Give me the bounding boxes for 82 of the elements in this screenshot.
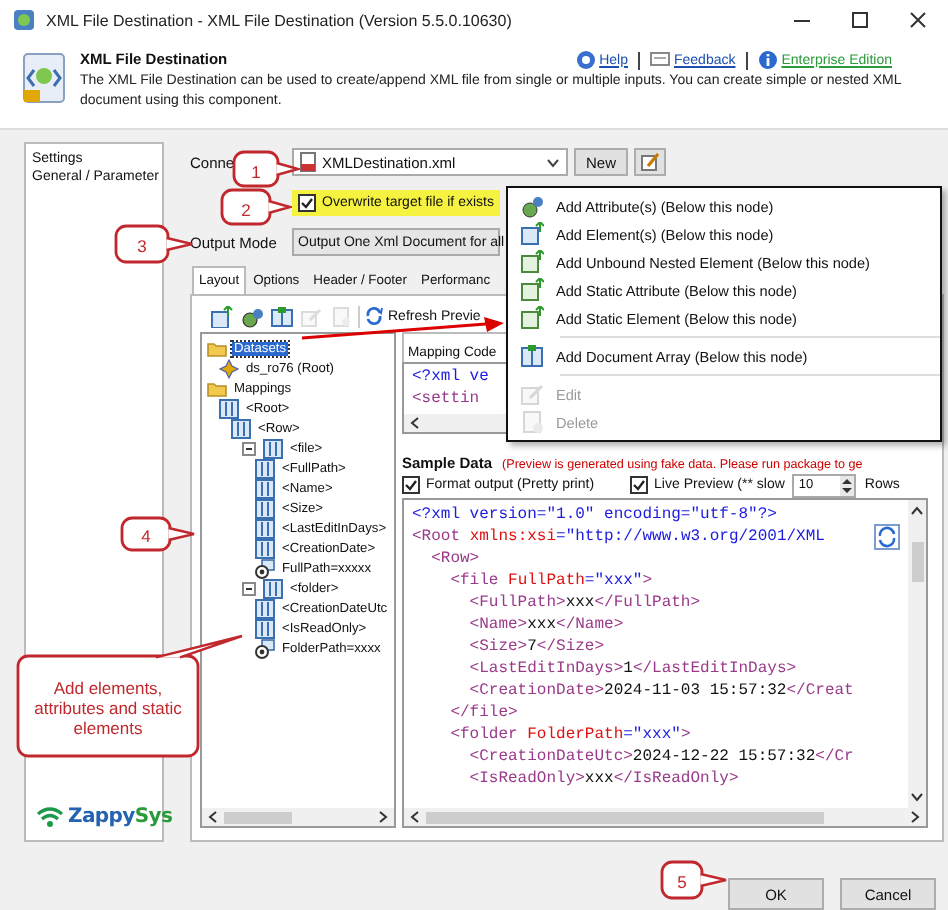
add-element-icon (520, 306, 544, 330)
element-icon (254, 517, 276, 539)
code-line: <Root xmlns:xsi="http://www.w3.org/2001/XML (412, 526, 825, 548)
add-element-icon (210, 305, 234, 327)
attribute-icon (254, 637, 276, 659)
collapse-icon[interactable] (242, 441, 256, 455)
pencil-icon (640, 152, 661, 172)
scroll-up-icon[interactable] (910, 506, 924, 516)
code-line: <file FullPath="xxx"> (448, 570, 653, 592)
callout: 5 (660, 860, 728, 904)
horizontal-scrollbar[interactable] (404, 808, 926, 826)
code-line: <?xml version="1.0" encoding="utf-8"?> (412, 504, 777, 526)
scroll-right-icon[interactable] (910, 810, 920, 824)
pencil-icon (520, 382, 544, 406)
scroll-thumb[interactable] (224, 811, 292, 823)
element-icon (254, 477, 276, 499)
component-icon (20, 52, 68, 104)
scroll-left-icon[interactable] (208, 810, 218, 824)
folder-icon (206, 377, 228, 399)
folder-icon (206, 337, 228, 359)
refresh-icon (364, 306, 384, 326)
collapse-icon[interactable] (242, 581, 256, 595)
scroll-left-icon[interactable] (410, 416, 420, 430)
element-icon (262, 437, 284, 459)
file-icon (300, 152, 316, 172)
info-icon (757, 50, 778, 70)
scroll-down-icon[interactable] (910, 792, 924, 802)
toolbar-button[interactable] (208, 303, 236, 329)
message-icon (649, 50, 670, 70)
pencil-icon (300, 305, 324, 327)
callout: Add elements, attributes and static elements (16, 634, 244, 762)
code-line: <Row> (429, 548, 480, 570)
element-icon (254, 617, 276, 639)
code-line: <FullPath>xxx</FullPath> (467, 592, 701, 614)
page-icon (520, 410, 544, 434)
attribute-icon (254, 557, 276, 579)
code-line: <IsReadOnly>xxx</IsReadOnly> (467, 768, 739, 790)
toolbar-button[interactable] (268, 303, 296, 329)
maximize-icon[interactable] (850, 10, 870, 30)
callout: 1 (232, 150, 300, 192)
logo-text: ZappySys (68, 806, 173, 828)
callout: 4 (120, 516, 196, 556)
element-icon (218, 397, 240, 419)
refresh-icon[interactable] (874, 524, 900, 550)
scroll-thumb[interactable] (426, 811, 824, 823)
checkbox[interactable] (402, 476, 420, 494)
code-line: <Name>xxx</Name> (467, 614, 624, 636)
code-line: <CreationDateUtc>2024-12-22 15:57:32</Cr (467, 746, 854, 768)
element-icon (262, 577, 284, 599)
page-icon (330, 305, 354, 327)
scroll-left-icon[interactable] (410, 810, 420, 824)
documents-icon (520, 344, 544, 368)
add-element-icon (520, 222, 544, 246)
code-line: <?xml ve (412, 366, 489, 388)
window-title: XML File Destination - XML File Destination (Version 5.5.0.10630) (46, 11, 514, 29)
code-line: <CreationDate>2024-11-03 15:57:32</Creat (467, 680, 854, 702)
horizontal-scrollbar[interactable] (202, 808, 394, 826)
wifi-logo-icon (36, 806, 64, 828)
spin-arrows-icon[interactable] (840, 475, 855, 495)
add-element-icon (520, 278, 544, 302)
add-element-icon (520, 250, 544, 274)
element-icon (254, 457, 276, 479)
vertical-scrollbar[interactable] (908, 500, 926, 808)
app-icon (12, 8, 36, 32)
element-icon (254, 597, 276, 619)
caret-icon (546, 157, 560, 167)
code-line: <LastEditInDays>1</LastEditInDays> (467, 658, 797, 680)
code-line: </file> (448, 702, 518, 724)
scroll-right-icon[interactable] (378, 810, 388, 824)
checkbox[interactable] (630, 476, 649, 494)
close-icon[interactable] (908, 10, 928, 30)
edit-button[interactable] (634, 148, 667, 176)
code-line: <Size>7</Size> (467, 636, 605, 658)
checkbox[interactable] (298, 193, 316, 211)
code-line: <folder FolderPath="xxx"> (448, 724, 691, 746)
element-icon (254, 537, 276, 559)
documents-icon (270, 305, 294, 327)
element-icon (230, 417, 252, 439)
code-line: <settin (412, 388, 480, 410)
element-icon (254, 497, 276, 519)
scroll-thumb[interactable] (911, 542, 923, 582)
callout: 2 (220, 188, 292, 230)
